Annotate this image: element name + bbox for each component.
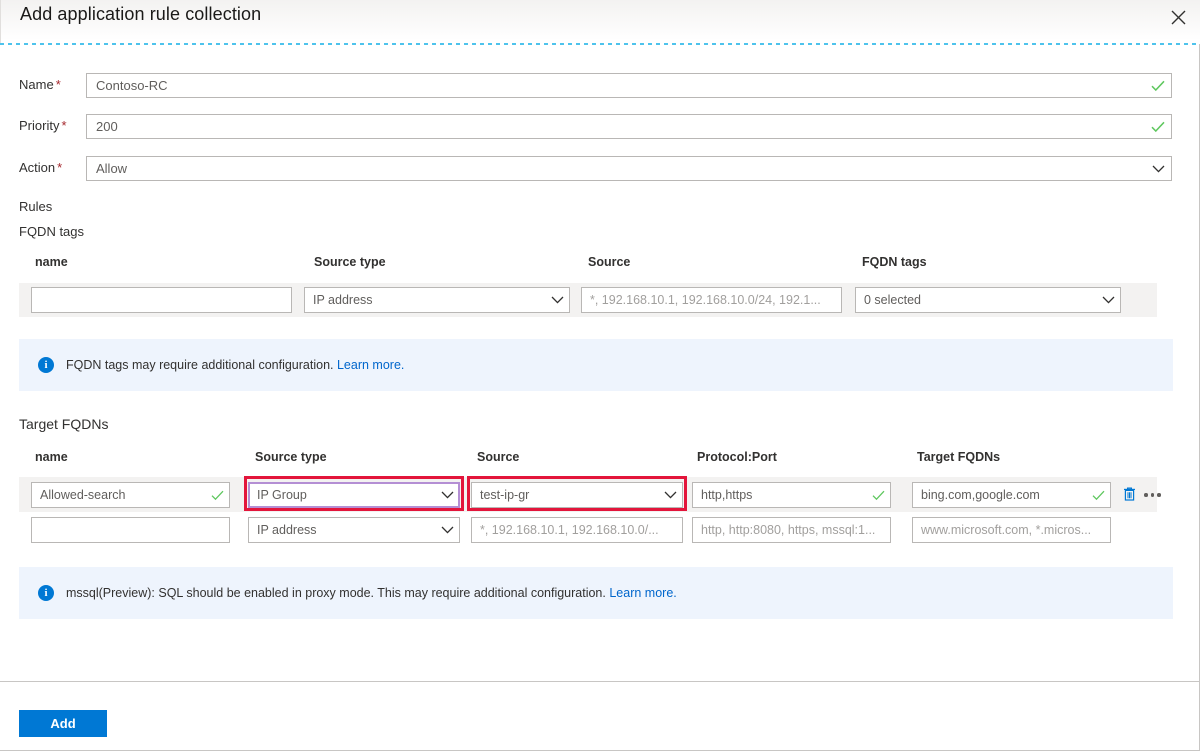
valid-check-icon: [1145, 121, 1171, 133]
valid-check-icon: [1145, 80, 1171, 92]
chevron-down-icon: [435, 491, 459, 499]
valid-check-icon: [1086, 490, 1110, 501]
chevron-down-icon: [658, 491, 682, 499]
name-field[interactable]: Contoso-RC: [86, 73, 1172, 98]
target-fqdns-heading: Target FQDNs: [19, 416, 109, 432]
fqdn-tag-source-placeholder: *, 192.168.10.1, 192.168.10.0/24, 192.1.…: [590, 293, 821, 307]
rule-source-type-dropdown[interactable]: IP address: [248, 517, 460, 543]
mssql-info-banner: i mssql(Preview): SQL should be enabled …: [19, 567, 1173, 619]
rule-source-value: test-ip-gr: [480, 488, 530, 502]
learn-more-link[interactable]: Learn more.: [609, 586, 676, 600]
rule-target-fqdns-value: bing.com,google.com: [921, 488, 1040, 502]
rule-target-fqdns-input[interactable]: bing.com,google.com: [912, 482, 1111, 508]
close-icon[interactable]: [1164, 3, 1192, 31]
learn-more-link[interactable]: Learn more.: [337, 358, 404, 372]
valid-check-icon: [205, 490, 229, 501]
action-dropdown[interactable]: Allow: [86, 156, 1172, 181]
add-application-rule-collection-blade: Add application rule collection Name * Co…: [0, 0, 1200, 751]
fqdn-tag-tags-value: 0 selected: [864, 293, 921, 307]
chevron-down-icon: [1145, 165, 1171, 173]
chevron-down-icon: [1096, 296, 1120, 304]
name-label: Name *: [19, 77, 61, 92]
footer-divider: [0, 681, 1199, 682]
mssql-info-message: mssql(Preview): SQL should be enabled in…: [66, 586, 606, 600]
chevron-down-icon: [545, 296, 569, 304]
valid-check-icon: [866, 490, 890, 501]
rule-target-fqdns-input[interactable]: www.microsoft.com, *.micros...: [912, 517, 1111, 543]
action-label: Action *: [19, 160, 63, 175]
column-header-source-type: Source type: [314, 255, 386, 269]
fqdn-tag-source-type-value: IP address: [313, 293, 373, 307]
trash-icon[interactable]: [1122, 486, 1137, 505]
rule-source-type-value: IP address: [257, 523, 317, 537]
rule-protocol-port-value: http,https: [701, 488, 753, 502]
mssql-info-text: mssql(Preview): SQL should be enabled in…: [66, 586, 677, 600]
rule-name-input[interactable]: [31, 517, 230, 543]
column-header-name: name: [35, 450, 68, 464]
column-header-fqdn-tags: FQDN tags: [862, 255, 927, 269]
rule-name-value: Allowed-search: [40, 488, 126, 502]
rule-source-type-dropdown[interactable]: IP Group: [248, 482, 460, 508]
rule-source-dropdown[interactable]: test-ip-gr: [471, 482, 683, 508]
fqdn-tag-name-input[interactable]: [31, 287, 292, 313]
fqdn-tags-info-text: FQDN tags may require additional configu…: [66, 358, 404, 372]
info-icon: i: [38, 357, 54, 373]
fqdn-tags-info-message: FQDN tags may require additional configu…: [66, 358, 334, 372]
rule-protocol-port-placeholder: http, http:8080, https, mssql:1...: [701, 523, 876, 537]
rules-heading: Rules: [19, 199, 53, 214]
column-header-source: Source: [477, 450, 520, 464]
rule-source-input[interactable]: *, 192.168.10.1, 192.168.10.0/...: [471, 517, 683, 543]
rule-protocol-port-input[interactable]: http, http:8080, https, mssql:1...: [692, 517, 891, 543]
rule-source-placeholder: *, 192.168.10.1, 192.168.10.0/...: [480, 523, 659, 537]
column-header-target-fqdns: Target FQDNs: [917, 450, 1001, 464]
column-header-source-type: Source type: [255, 450, 327, 464]
fqdn-tag-source-type-dropdown[interactable]: IP address: [304, 287, 570, 313]
chevron-down-icon: [435, 526, 459, 534]
row-actions: [1122, 482, 1161, 508]
column-header-protocol-port: Protocol:Port: [697, 450, 777, 464]
fqdn-tag-source-input[interactable]: *, 192.168.10.1, 192.168.10.0/24, 192.1.…: [581, 287, 842, 313]
rule-protocol-port-input[interactable]: http,https: [692, 482, 891, 508]
column-header-source: Source: [588, 255, 631, 269]
info-icon: i: [38, 585, 54, 601]
blade-header: Add application rule collection: [0, 0, 1200, 44]
fqdn-tag-tags-dropdown[interactable]: 0 selected: [855, 287, 1121, 313]
add-button[interactable]: Add: [19, 710, 107, 737]
rule-name-input[interactable]: Allowed-search: [31, 482, 230, 508]
priority-value: 200: [96, 119, 118, 134]
header-divider: [0, 43, 1200, 45]
page-title: Add application rule collection: [20, 4, 262, 24]
fqdn-tags-info-banner: i FQDN tags may require additional confi…: [19, 339, 1173, 391]
ellipsis-icon[interactable]: [1144, 493, 1161, 497]
rule-target-fqdns-placeholder: www.microsoft.com, *.micros...: [921, 523, 1092, 537]
fqdn-tags-heading: FQDN tags: [19, 224, 85, 239]
column-header-name: name: [35, 255, 68, 269]
name-value: Contoso-RC: [96, 78, 168, 93]
action-value: Allow: [96, 161, 128, 176]
rule-source-type-value: IP Group: [257, 488, 307, 502]
priority-field[interactable]: 200: [86, 114, 1172, 139]
priority-label: Priority *: [19, 118, 67, 133]
